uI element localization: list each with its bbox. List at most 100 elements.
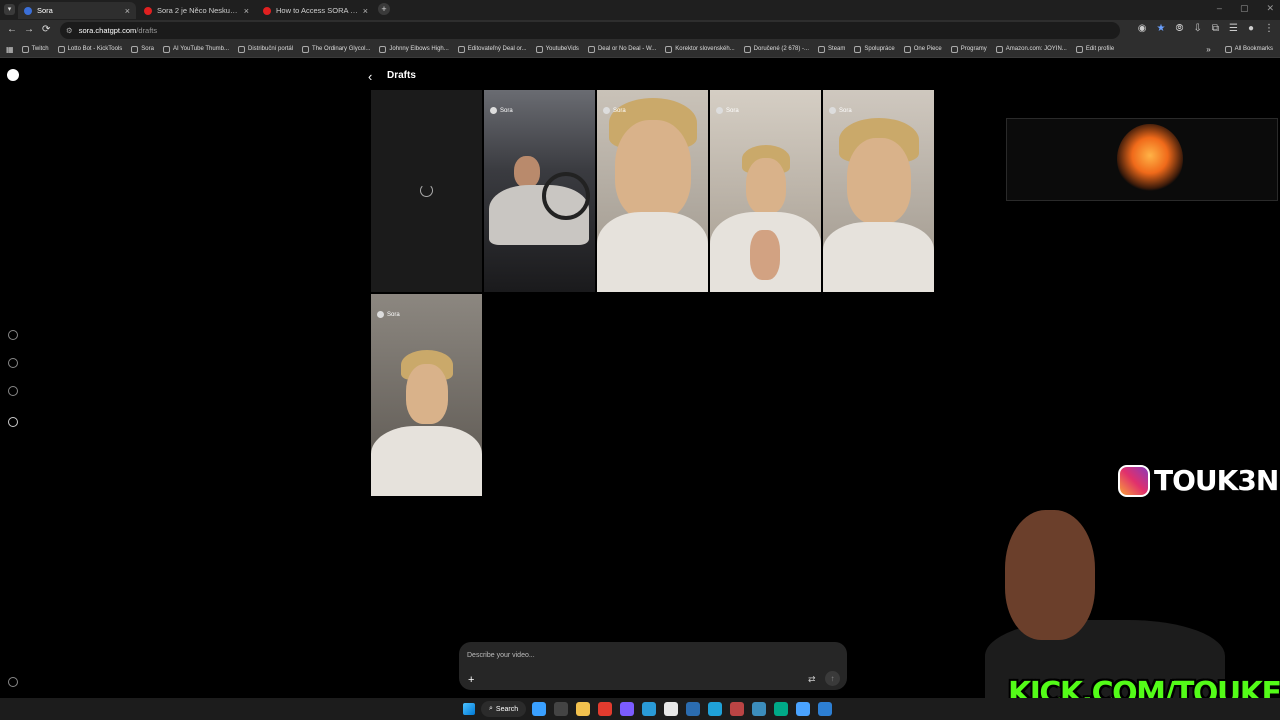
sora-badge: Sora: [829, 107, 852, 114]
download-icon[interactable]: ⇩: [1193, 23, 1201, 34]
taskbar-app-icon[interactable]: [598, 702, 613, 716]
draft-tile-car[interactable]: Sora: [484, 90, 595, 292]
overlay-promo-card: [1006, 118, 1278, 201]
draft-tile-pointing[interactable]: Sora: [710, 90, 821, 292]
windows-start-icon[interactable]: [463, 703, 475, 715]
back-arrow-icon[interactable]: ‹: [368, 69, 372, 84]
tab-sora2-video[interactable]: Sora 2 je Něco Neskutečného... ×: [138, 2, 255, 19]
new-tab-button[interactable]: +: [378, 3, 390, 15]
bookmark-item[interactable]: Korektor slovenskéh...: [665, 45, 735, 53]
bookmark-label: AI YouTube Thumb...: [172, 46, 230, 52]
address-bar[interactable]: ⚙ sora.chatgpt.com /drafts: [60, 22, 1120, 39]
send-button[interactable]: ↑: [825, 671, 840, 686]
tab-sora[interactable]: Sora ×: [18, 2, 136, 19]
taskbar-app-icon[interactable]: [664, 702, 679, 716]
taskbar-app-icon[interactable]: [642, 702, 657, 716]
eye-off-icon[interactable]: ◉: [1138, 23, 1147, 34]
tab-how-to-access-sora[interactable]: How to Access SORA 2 Cameo ×: [257, 2, 374, 19]
bookmark-item[interactable]: Lotto Bot - KickTools: [57, 45, 122, 53]
casino-chip-logo: [1117, 124, 1183, 194]
prompt-composer[interactable]: Describe your video... + ⇄ ↑: [459, 642, 847, 690]
bookmark-favicon-icon: [743, 45, 751, 53]
browser-tab-strip: ▾ Sora × Sora 2 je Něco Neskutečného... …: [0, 0, 1280, 20]
notifications-bell-icon[interactable]: [8, 386, 18, 396]
taskbar-app-icon[interactable]: [818, 702, 833, 716]
taskbar-app-icon[interactable]: [686, 702, 701, 716]
bookmark-item[interactable]: Spolupráce: [854, 45, 895, 53]
bookmarks-overflow-button[interactable]: »: [1206, 45, 1210, 54]
tab-search-button[interactable]: ▾: [4, 4, 15, 15]
taskbar-search[interactable]: ⌕ Search: [481, 701, 527, 717]
apps-grid-icon[interactable]: ▦: [6, 45, 14, 54]
draft-tile-loading[interactable]: [371, 90, 482, 292]
sora-logo-icon[interactable]: [7, 69, 19, 81]
taskbar-app-icon[interactable]: [752, 702, 767, 716]
bookmark-label: Amazon.com: JOYIN...: [1005, 46, 1067, 52]
profile-icon[interactable]: [8, 417, 18, 427]
prompt-input[interactable]: Describe your video...: [467, 652, 535, 659]
tab-title: Sora: [37, 6, 53, 15]
profile-avatar-icon[interactable]: ●: [1248, 23, 1254, 34]
create-icon[interactable]: [8, 330, 18, 340]
bookmark-star-icon[interactable]: ★: [1156, 23, 1165, 34]
taskbar-app-icon[interactable]: [532, 702, 547, 716]
bookmark-favicon-icon: [950, 45, 958, 53]
bookmark-item[interactable]: Programy: [950, 45, 987, 53]
bookmark-item[interactable]: Amazon.com: JOYIN...: [995, 45, 1067, 53]
bookmark-item[interactable]: Doručené (2 678) -...: [743, 45, 809, 53]
back-button[interactable]: ←: [7, 24, 17, 35]
taskbar-app-icon[interactable]: [730, 702, 745, 716]
bookmark-favicon-icon: [131, 45, 139, 53]
bookmark-item[interactable]: Twitch: [21, 45, 49, 53]
bookmark-item[interactable]: AI YouTube Thumb...: [162, 45, 230, 53]
extension-icon[interactable]: ⦾: [1175, 23, 1183, 34]
taskbar-icons: ⌕ Search: [463, 701, 833, 717]
tab-search-icon[interactable]: ☰: [1229, 23, 1238, 34]
taskbar-app-icon[interactable]: [576, 702, 591, 716]
site-info-icon[interactable]: ⚙: [66, 26, 73, 35]
bookmark-item[interactable]: Steam: [818, 45, 845, 53]
youtube-favicon-icon: [144, 6, 152, 15]
bookmark-label: Twitch: [31, 46, 49, 52]
taskbar-app-icon[interactable]: [620, 702, 635, 716]
add-attachment-button[interactable]: +: [468, 674, 474, 686]
reload-button[interactable]: ⟳: [42, 24, 50, 35]
search-icon[interactable]: [8, 358, 18, 368]
minimize-button[interactable]: –: [1217, 3, 1222, 14]
bookmark-label: All Bookmarks: [1234, 46, 1273, 52]
menu-kebab-icon[interactable]: ⋮: [1264, 23, 1274, 34]
bookmark-item[interactable]: Johnny Elbows High...: [379, 45, 449, 53]
tab-close-icon[interactable]: ×: [125, 6, 130, 16]
video-settings-button[interactable]: ⇄: [808, 674, 816, 685]
sora-badge-icon: [716, 107, 723, 114]
draft-tile-closeup[interactable]: Sora: [597, 90, 708, 292]
bookmark-item[interactable]: Editovateľný Deal or...: [457, 45, 527, 53]
sora-badge-icon: [829, 107, 836, 114]
sora-badge: Sora: [716, 107, 739, 114]
draft-tile-room[interactable]: Sora: [371, 294, 482, 496]
taskbar-app-icon[interactable]: [796, 702, 811, 716]
bookmark-item[interactable]: One Piece: [903, 45, 942, 53]
extensions-puzzle-icon[interactable]: ⧉: [1212, 23, 1219, 34]
bookmark-favicon-icon: [665, 45, 673, 53]
close-window-button[interactable]: ✕: [1266, 3, 1274, 14]
all-bookmarks-folder[interactable]: All Bookmarks: [1224, 45, 1273, 53]
taskbar-app-icon[interactable]: [774, 702, 789, 716]
face: [846, 138, 911, 224]
bookmark-item[interactable]: Deal or No Deal - W...: [587, 45, 656, 53]
tab-close-icon[interactable]: ×: [363, 6, 368, 16]
taskbar-app-icon[interactable]: [554, 702, 569, 716]
bookmark-item[interactable]: Sora: [131, 45, 154, 53]
forward-button[interactable]: →: [24, 24, 34, 35]
settings-icon[interactable]: [8, 677, 18, 687]
bookmark-item[interactable]: Distribuční portál: [238, 45, 293, 53]
draft-tile-angry[interactable]: Sora: [823, 90, 934, 292]
streamer-head: [1005, 510, 1095, 640]
bookmark-label: Korektor slovenskéh...: [675, 46, 735, 52]
taskbar-app-icon[interactable]: [708, 702, 723, 716]
tab-close-icon[interactable]: ×: [244, 6, 249, 16]
bookmark-item[interactable]: The Ordinary Glycol...: [302, 45, 370, 53]
maximize-button[interactable]: ▢: [1240, 3, 1249, 14]
bookmark-item[interactable]: Edit profile: [1075, 45, 1114, 53]
bookmark-item[interactable]: YoutubeVids: [535, 45, 579, 53]
